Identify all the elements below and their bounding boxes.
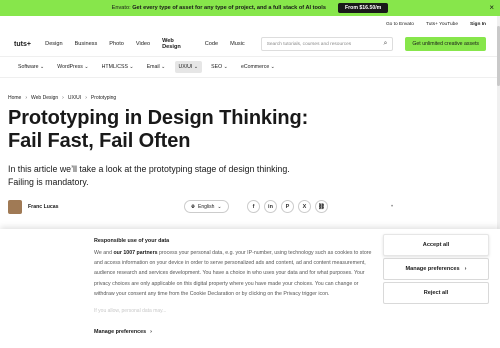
- pinterest-icon[interactable]: P: [281, 200, 294, 213]
- sub-nav: Software ⌄ WordPress ⌄ HTML/CSS ⌄ Email …: [0, 56, 500, 78]
- globe-icon: 🌐︎: [191, 203, 196, 210]
- nav-item-business[interactable]: Business: [75, 41, 98, 47]
- subnav-item-software[interactable]: Software ⌄: [14, 61, 48, 73]
- subnav-item-wordpress[interactable]: WordPress ⌄: [53, 61, 92, 73]
- sign-in-link[interactable]: Sign In: [470, 22, 486, 27]
- chevron-right-icon: ›: [25, 95, 28, 101]
- nav-item-music[interactable]: Music: [230, 41, 245, 47]
- search-icon[interactable]: ⌕: [383, 40, 387, 48]
- search-placeholder: Search tutorials, courses and resources: [266, 41, 352, 47]
- title-line-1: Prototyping in Design Thinking:: [8, 107, 309, 129]
- article-meta: Franc Lucas 🌐︎ English ⌄ f in P X ⛓︎ •: [8, 200, 492, 214]
- subnav-item-ecommerce[interactable]: eCommerce ⌄: [237, 61, 279, 73]
- promo-text: Envato: Get every type of asset for any …: [111, 5, 326, 11]
- chevron-down-icon: ⌄: [161, 64, 166, 70]
- nav-item-video[interactable]: Video: [136, 41, 150, 47]
- utility-bar: Go to Envato Tuts+ YouTube Sign In: [0, 16, 500, 32]
- promo-banner: Envato: Get every type of asset for any …: [0, 0, 500, 16]
- reject-all-label: Reject all: [423, 290, 449, 296]
- accept-all-label: Accept all: [422, 242, 450, 248]
- chevron-down-icon: ⌄: [270, 64, 276, 70]
- subtitle-line-2: Failing is mandatory.: [8, 176, 89, 187]
- subnav-item-seo[interactable]: SEO ⌄: [207, 61, 232, 73]
- go-to-envato-link[interactable]: Go to Envato: [386, 22, 414, 27]
- subnav-item-ux-ui[interactable]: UX/UI ⌄: [174, 61, 203, 73]
- close-icon[interactable]: ×: [489, 3, 494, 13]
- consent-title: Responsible use of your data: [94, 238, 170, 244]
- x-icon[interactable]: X: [298, 200, 311, 213]
- facebook-icon[interactable]: f: [247, 200, 260, 213]
- title-line-2: Fail Fast, Fail Often: [8, 130, 191, 152]
- breadcrumb-ux-ui[interactable]: UX/UI: [68, 95, 81, 101]
- chevron-down-icon: ⌄: [84, 64, 89, 70]
- reject-all-button[interactable]: Reject all: [383, 282, 489, 304]
- search-input[interactable]: Search tutorials, courses and resources …: [260, 37, 394, 51]
- chevron-right-icon: ›: [150, 329, 152, 335]
- subnav-item-html-css[interactable]: HTML/CSS ⌄: [98, 61, 138, 73]
- author-name[interactable]: Franc Lucas: [28, 204, 59, 210]
- subnav-item-email[interactable]: Email ⌄: [143, 61, 170, 73]
- accept-all-button[interactable]: Accept all: [383, 234, 489, 256]
- dots-icon: •: [391, 204, 394, 210]
- youtube-link[interactable]: Tuts+ YouTube: [426, 22, 458, 27]
- chevron-down-icon: ⌄: [129, 64, 134, 70]
- page-title: Prototyping in Design Thinking: Fail Fas…: [8, 107, 492, 153]
- breadcrumb-web-design[interactable]: Web Design: [31, 95, 58, 101]
- share-buttons: f in P X ⛓︎: [247, 200, 328, 213]
- nav-item-web-design[interactable]: Web Design: [162, 38, 193, 50]
- logo[interactable]: tuts+: [14, 41, 33, 48]
- breadcrumb: Home › Web Design › UX/UI › Prototyping: [8, 95, 492, 101]
- language-select[interactable]: 🌐︎ English ⌄: [184, 200, 229, 213]
- chevron-down-icon: ⌄: [223, 64, 228, 70]
- promo-button[interactable]: From $16.50/m: [337, 3, 389, 13]
- link-icon[interactable]: ⛓︎: [315, 200, 328, 213]
- language-label: English: [198, 203, 215, 210]
- chevron-down-icon: ⌄: [217, 203, 222, 210]
- manage-preferences-label: Manage preferences: [405, 266, 460, 272]
- main-nav: tuts+ Design Business Photo Video Web De…: [0, 32, 500, 56]
- get-unlimited-assets-button[interactable]: Get unlimited creative assets: [405, 37, 486, 51]
- nav-item-design[interactable]: Design: [45, 41, 62, 47]
- manage-preferences-link-label: Manage preferences: [94, 329, 147, 335]
- article: Home › Web Design › UX/UI › Prototyping …: [0, 95, 500, 214]
- nav-item-code[interactable]: Code: [205, 41, 218, 47]
- avatar[interactable]: [8, 200, 22, 214]
- chevron-right-icon: ›: [85, 95, 87, 101]
- manage-preferences-button[interactable]: Manage preferences ›: [383, 258, 489, 280]
- breadcrumb-home[interactable]: Home: [8, 95, 21, 101]
- chevron-right-icon: ›: [464, 266, 467, 272]
- nav-item-photo[interactable]: Photo: [109, 41, 124, 47]
- consent-faded-text: If you allow, personal data may...: [94, 308, 167, 314]
- chevron-right-icon: ›: [62, 95, 64, 101]
- manage-preferences-link[interactable]: Manage preferences ›: [94, 329, 152, 335]
- breadcrumb-prototyping[interactable]: Prototyping: [91, 95, 116, 101]
- linkedin-icon[interactable]: in: [264, 200, 277, 213]
- consent-body: We and our 1007 partners process your pe…: [94, 250, 372, 297]
- cookie-consent-banner: Responsible use of your data We and our …: [0, 229, 500, 348]
- chevron-down-icon: ⌄: [39, 64, 45, 70]
- subtitle-line-1: In this article we’ll take a look at the…: [8, 164, 290, 174]
- chevron-down-icon: ⌄: [193, 64, 199, 70]
- article-subtitle: In this article we’ll take a look at the…: [8, 163, 492, 188]
- logo-text: tuts+: [14, 40, 31, 48]
